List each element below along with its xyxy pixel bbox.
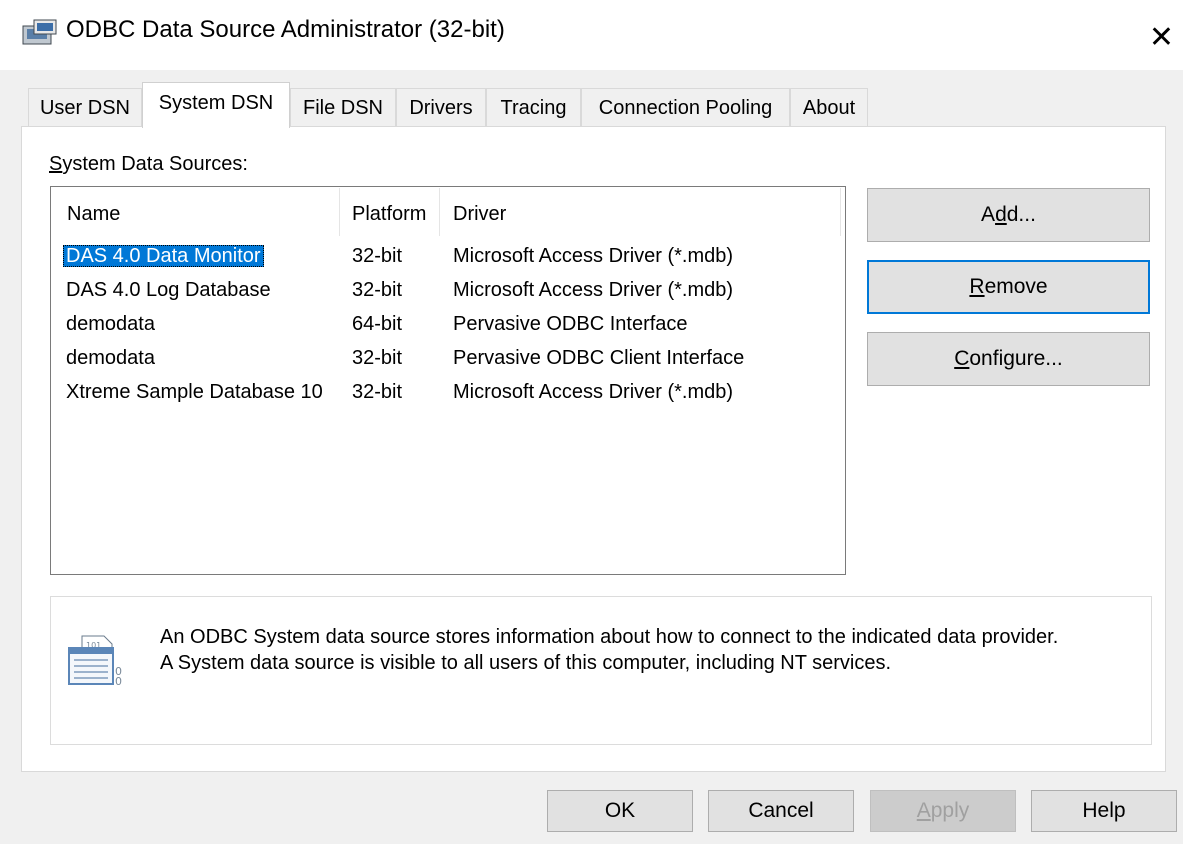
- list-item[interactable]: demodata: [66, 346, 155, 370]
- list-item[interactable]: DAS 4.0 Data Monitor: [63, 244, 264, 268]
- column-separator[interactable]: [840, 188, 841, 236]
- description-line-1: An ODBC System data source stores inform…: [160, 626, 1059, 648]
- list-item[interactable]: DAS 4.0 Log Database: [66, 278, 271, 302]
- svg-text:0: 0: [115, 675, 122, 688]
- tab-user-dsn[interactable]: User DSN: [28, 88, 142, 126]
- row-driver: Microsoft Access Driver (*.mdb): [453, 245, 734, 267]
- data-source-icon: 101 0 0: [66, 632, 126, 688]
- tab-tracing[interactable]: Tracing: [486, 88, 581, 126]
- description-text: An ODBC System data source stores inform…: [160, 624, 1058, 676]
- window-title: ODBC Data Source Administrator (32-bit): [66, 16, 505, 43]
- row-driver: Microsoft Access Driver (*.mdb): [453, 279, 734, 301]
- tab-about[interactable]: About: [790, 88, 868, 126]
- row-driver: Pervasive ODBC Client Interface: [453, 347, 745, 369]
- add-button[interactable]: Add...: [867, 188, 1150, 242]
- apply-button[interactable]: Apply: [870, 790, 1016, 832]
- list-item[interactable]: demodata: [66, 312, 155, 336]
- help-button[interactable]: Help: [1031, 790, 1177, 832]
- row-platform: 32-bit: [352, 245, 403, 267]
- row-platform: 32-bit: [352, 347, 403, 369]
- odbc-app-icon: [22, 18, 58, 46]
- column-header-platform[interactable]: Platform: [352, 202, 426, 226]
- row-platform: 32-bit: [352, 279, 403, 301]
- column-header-name[interactable]: Name: [67, 202, 120, 226]
- list-item[interactable]: Xtreme Sample Database 10: [66, 380, 323, 404]
- column-header-driver[interactable]: Driver: [453, 202, 506, 226]
- system-data-sources-label: System Data Sources:: [49, 153, 248, 175]
- row-driver: Microsoft Access Driver (*.mdb): [453, 381, 734, 403]
- tab-drivers[interactable]: Drivers: [396, 88, 486, 126]
- tab-file-dsn[interactable]: File DSN: [290, 88, 396, 126]
- description-line-2: A System data source is visible to all u…: [160, 652, 892, 674]
- configure-button[interactable]: Configure...: [867, 332, 1150, 386]
- remove-button[interactable]: Remove: [867, 260, 1150, 314]
- row-driver: Pervasive ODBC Interface: [453, 313, 688, 335]
- row-platform: 64-bit: [352, 313, 403, 335]
- tab-connection-pooling[interactable]: Connection Pooling: [581, 88, 790, 126]
- column-separator[interactable]: [439, 188, 440, 236]
- row-platform: 32-bit: [352, 381, 403, 403]
- cancel-button[interactable]: Cancel: [708, 790, 854, 832]
- ok-button[interactable]: OK: [547, 790, 693, 832]
- close-icon[interactable]: ✕: [1140, 10, 1183, 66]
- tab-system-dsn[interactable]: System DSN: [142, 82, 290, 128]
- column-separator[interactable]: [339, 188, 340, 236]
- row-name: DAS 4.0 Data Monitor: [63, 245, 264, 267]
